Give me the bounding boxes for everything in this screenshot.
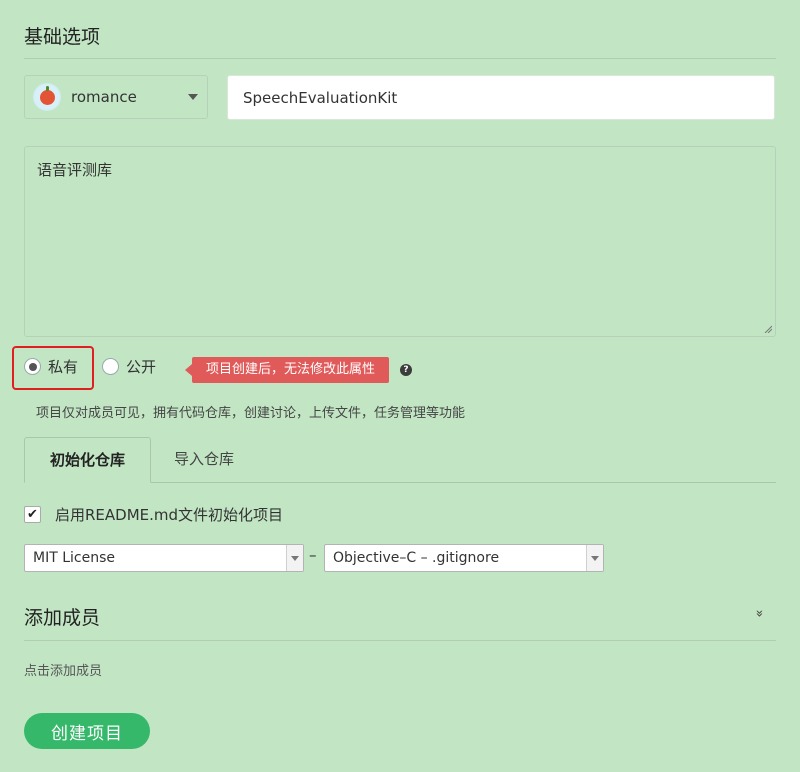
visibility-hint: 项目仅对成员可见，拥有代码仓库，创建讨论，上传文件，任务管理等功能 <box>36 406 466 421</box>
divider <box>24 640 776 641</box>
license-select[interactable]: MIT License <box>24 544 304 572</box>
add-members-hint[interactable]: 点击添加成员 <box>24 660 102 679</box>
gitignore-select[interactable]: Objective–C – .gitignore <box>324 544 604 572</box>
divider <box>24 58 776 59</box>
tab-import-repo[interactable]: 导入仓库 <box>174 437 234 482</box>
description-textarea[interactable]: 语音评测库 <box>24 146 776 337</box>
owner-select[interactable]: romance <box>24 75 208 119</box>
description-text: 语音评测库 <box>37 161 113 179</box>
basic-options-title: 基础选项 <box>24 26 101 48</box>
tab-init-repo[interactable]: 初始化仓库 <box>24 437 151 483</box>
checkmark-icon: ✔ <box>27 507 38 522</box>
private-highlight-box <box>12 346 94 390</box>
visibility-tooltip: 项目创建后，无法修改此属性 <box>184 357 390 383</box>
radio-public[interactable]: 公开 <box>102 356 156 377</box>
readme-label: 启用README.md文件初始化项目 <box>55 506 284 524</box>
resize-handle-icon[interactable] <box>764 325 772 333</box>
select-separator: – <box>309 546 317 564</box>
readme-checkbox[interactable]: ✔ <box>24 506 41 523</box>
apple-avatar-icon <box>33 83 61 111</box>
dropdown-arrow-icon[interactable] <box>586 545 603 571</box>
dropdown-arrow-icon[interactable] <box>286 545 303 571</box>
repo-tabs: 初始化仓库 导入仓库 <box>24 437 776 483</box>
add-members-title: 添加成员 <box>24 607 101 629</box>
repo-name-input[interactable] <box>227 75 775 120</box>
help-icon[interactable]: ? <box>400 364 412 376</box>
radio-public-dot[interactable] <box>102 358 120 375</box>
readme-option: ✔ 启用README.md文件初始化项目 <box>24 504 283 525</box>
gitignore-value: Objective–C – .gitignore <box>333 550 500 566</box>
radio-public-label: 公开 <box>126 358 157 376</box>
license-value: MIT License <box>33 550 115 566</box>
create-project-button[interactable]: 创建项目 <box>24 713 150 749</box>
chevron-double-down-icon[interactable]: » <box>751 606 766 621</box>
caret-down-icon <box>188 94 198 100</box>
owner-name: romance <box>71 88 137 106</box>
chevron-glyph: » <box>751 609 767 618</box>
